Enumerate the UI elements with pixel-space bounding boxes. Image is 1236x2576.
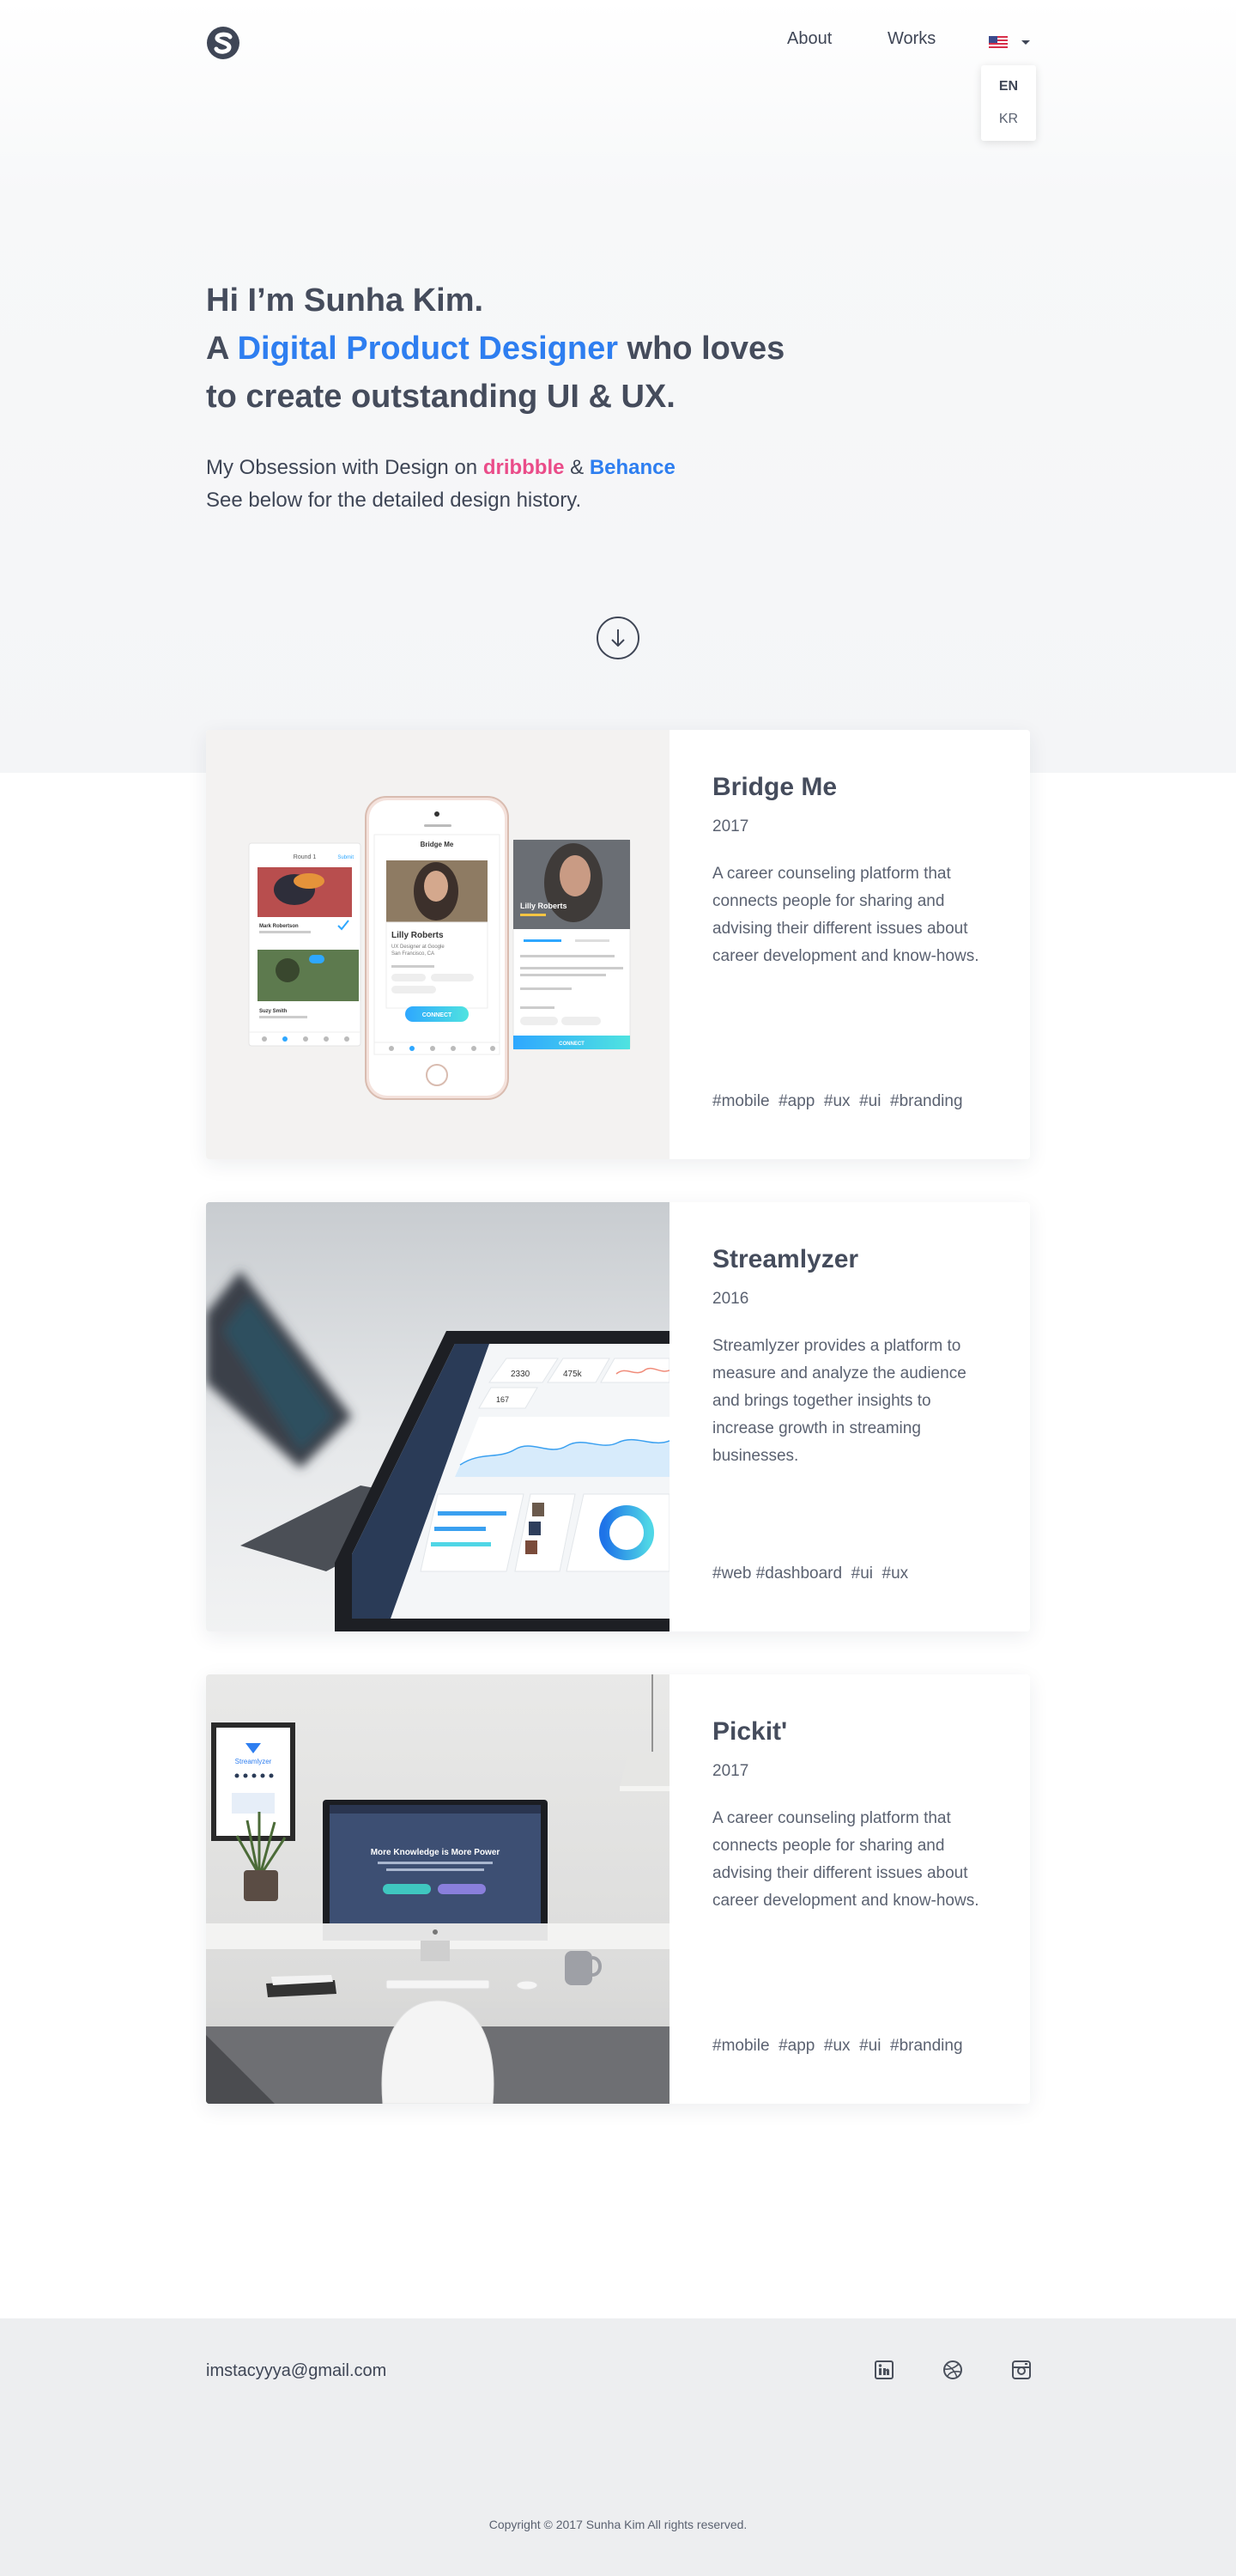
hero-sub-and: & [564, 456, 590, 479]
mockup-left-name-1: Mark Robertson [259, 924, 299, 929]
language-option-kr[interactable]: KR [981, 106, 1036, 132]
hero-line-2-prefix: A [206, 331, 238, 367]
instagram-icon[interactable] [1011, 2360, 1032, 2380]
project-info-pickit: Pickit' 2017 A career counseling platfor… [670, 1674, 1030, 2104]
project-year: 2016 [712, 1290, 749, 1308]
mockup-stat-2: 475k [563, 1370, 583, 1379]
project-description: A career counseling platform that connec… [712, 865, 979, 965]
project-card-pickit[interactable]: Streamlyzer More Knowledge is More Power [206, 1674, 1030, 2104]
project-image-streamlyzer: 2330 475k 167 [206, 1202, 670, 1631]
language-toggle[interactable] [989, 33, 1033, 52]
hero-heading: Hi I’m Sunha Kim. A Digital Product Desi… [206, 276, 893, 421]
arrow-down-icon [611, 629, 625, 647]
dribbble-link[interactable]: dribbble [483, 456, 565, 479]
project-image-pickit: Streamlyzer More Knowledge is More Power [206, 1674, 670, 2104]
scroll-down-button[interactable] [597, 617, 639, 659]
mockup-left-header: Round 1 [294, 854, 317, 860]
footer: imstacyyya@gmail.com Copyright © 2017 Su… [0, 2318, 1236, 2576]
behance-link[interactable]: Behance [590, 456, 676, 479]
project-tags: #mobile #app #ux #ui #branding [712, 1092, 963, 1110]
streamlyzer-mockup: 2330 475k 167 [206, 1271, 670, 1631]
project-tags: #web #dashboard #ui #ux [712, 1564, 909, 1583]
project-title: Streamlyzer [712, 1245, 859, 1273]
project-tags: #mobile #app #ux #ui #branding [712, 2037, 963, 2055]
mockup-left-action: Submit [337, 855, 354, 860]
hero-role-highlight: Digital Product Designer [237, 331, 618, 367]
mockup-screen-heading: More Knowledge is More Power [371, 1848, 500, 1857]
mockup-center-connect: CONNECT [422, 1012, 452, 1018]
footer-email-link[interactable]: imstacyyya@gmail.com [206, 2361, 386, 2381]
project-card-streamlyzer[interactable]: 2330 475k 167 Streamlyzer 2016 Streamlyz… [206, 1202, 1030, 1631]
us-flag-icon [989, 36, 1008, 48]
chevron-down-icon [1021, 40, 1030, 45]
pickit-mockup: Streamlyzer More Knowledge is More Power [206, 1674, 670, 2104]
hero-line-1: Hi I’m Sunha Kim. [206, 283, 484, 319]
main-nav: About Works [772, 29, 1047, 55]
mockup-center-location: San Francisco, CA [391, 951, 434, 957]
project-title: Bridge Me [712, 773, 838, 801]
hero-line-3: to create outstanding UI & UX. [206, 379, 676, 415]
logo[interactable] [206, 26, 240, 60]
hero-sub-line-2: See below for the detailed design histor… [206, 489, 582, 512]
project-year: 2017 [712, 1762, 749, 1780]
mockup-left-name-2: Suzy Smith [259, 1009, 288, 1014]
hero-sub-prefix: My Obsession with Design on [206, 456, 483, 479]
linkedin-icon[interactable] [874, 2360, 894, 2380]
project-image-bridge-me: Round 1 Submit Mark Robertson Suzy Smith… [206, 730, 670, 1159]
project-title: Pickit' [712, 1717, 788, 1746]
project-year: 2017 [712, 817, 749, 835]
dribbble-icon[interactable] [942, 2360, 963, 2380]
language-dropdown: EN KR [981, 65, 1036, 141]
hero-subtitle: My Obsession with Design on dribbble & B… [206, 452, 893, 517]
mockup-right-connect: CONNECT [559, 1042, 585, 1047]
mockup-right-name: Lilly Roberts [520, 902, 567, 910]
mockup-center-header: Bridge Me [421, 841, 454, 848]
project-description: A career counseling platform that connec… [712, 1809, 979, 1910]
language-option-en[interactable]: EN [981, 74, 1036, 100]
hero-line-2-suffix: who loves [618, 331, 785, 367]
mockup-stat-3: 167 [496, 1395, 509, 1404]
mockup-center-role: UX Designer at Google [391, 945, 445, 950]
mockup-center-name: Lilly Roberts [391, 931, 444, 940]
project-description: Streamlyzer provides a platform to measu… [712, 1337, 966, 1465]
project-info-streamlyzer: Streamlyzer 2016 Streamlyzer provides a … [670, 1202, 1030, 1631]
project-info-bridge-me: Bridge Me 2017 A career counseling platf… [670, 730, 1030, 1159]
bridge-me-mockup: Round 1 Submit Mark Robertson Suzy Smith… [248, 796, 631, 1100]
nav-works-link[interactable]: Works [888, 29, 936, 49]
mockup-stat-1: 2330 [511, 1370, 530, 1379]
copyright-text: Copyright © 2017 Sunha Kim All rights re… [488, 2518, 748, 2531]
project-card-bridge-me[interactable]: Round 1 Submit Mark Robertson Suzy Smith… [206, 730, 1030, 1159]
mockup-poster-brand: Streamlyzer [235, 1758, 272, 1765]
nav-about-link[interactable]: About [787, 29, 832, 49]
